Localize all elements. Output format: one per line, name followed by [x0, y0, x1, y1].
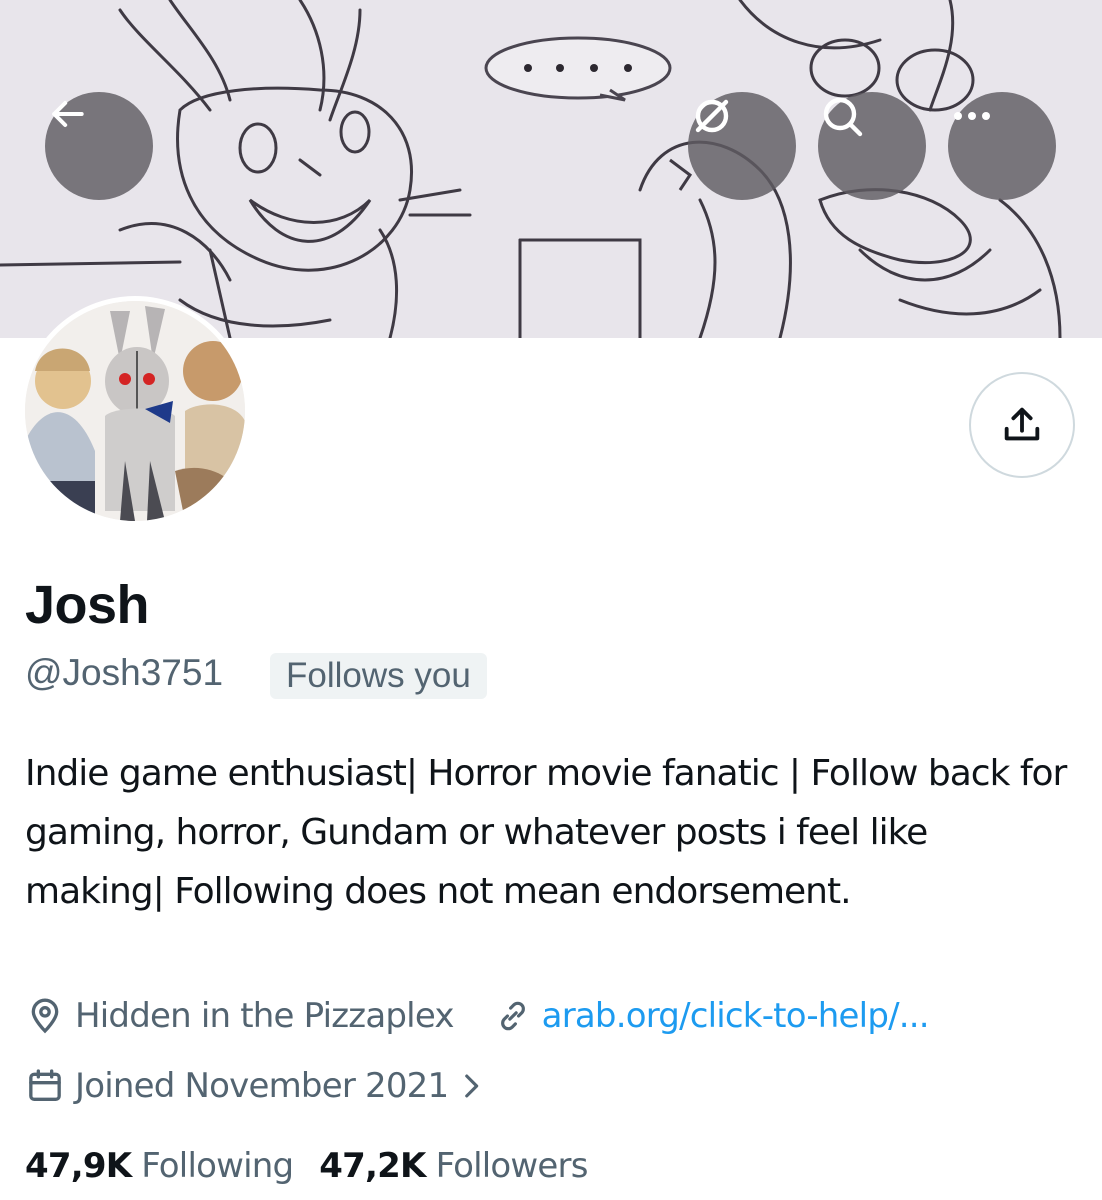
follows-you-badge: Follows you	[270, 653, 487, 699]
joined-date[interactable]: Joined November 2021	[25, 1066, 498, 1106]
chevron-right-icon	[465, 1074, 479, 1098]
profile-link-text[interactable]: arab.org/click-to-help/...	[542, 996, 930, 1036]
profile-link[interactable]: arab.org/click-to-help/...	[494, 996, 930, 1036]
following-label: Following	[141, 1146, 294, 1186]
arrow-left-icon	[52, 100, 84, 128]
followers-count: 47,2K	[319, 1146, 426, 1186]
back-button[interactable]	[45, 92, 153, 200]
location-text: Hidden in the Pizzaplex	[75, 996, 454, 1036]
share-button[interactable]	[969, 372, 1075, 478]
calendar-icon	[29, 1069, 61, 1101]
profile-bio: Indie game enthusiast| Horror movie fana…	[25, 753, 1067, 912]
profile-page: Josh @Josh3751 Follows you Indie game en…	[0, 0, 1102, 1200]
joined-text: Joined November 2021	[75, 1066, 449, 1106]
profile-avatar[interactable]	[20, 296, 250, 526]
joined-row[interactable]: Joined November 2021	[25, 1066, 498, 1106]
more-button[interactable]	[948, 92, 1056, 200]
followers-stat[interactable]: 47,2K Followers	[319, 1146, 589, 1186]
following-stat[interactable]: 47,9K Following	[25, 1146, 294, 1186]
banner-illustration	[0, 0, 1102, 338]
following-count: 47,9K	[25, 1146, 132, 1186]
eye-slash-icon	[695, 99, 729, 133]
location: Hidden in the Pizzaplex	[25, 996, 454, 1036]
user-handle: @Josh3751	[25, 652, 224, 693]
follow-stats: 47,9K Following 47,2K Followers	[25, 1146, 614, 1186]
avatar-image	[25, 301, 245, 521]
hide-button[interactable]	[688, 92, 796, 200]
more-horizontal-icon	[954, 112, 990, 120]
profile-meta-row: Hidden in the Pizzaplex arab.org/click-t…	[25, 996, 930, 1036]
location-pin-icon	[31, 998, 59, 1034]
share-icon	[1004, 407, 1040, 441]
followers-label: Followers	[435, 1146, 589, 1186]
display-name: Josh	[25, 575, 150, 635]
search-icon	[823, 97, 863, 137]
search-button[interactable]	[818, 92, 926, 200]
link-icon	[500, 1001, 525, 1031]
profile-banner[interactable]	[0, 0, 1102, 338]
